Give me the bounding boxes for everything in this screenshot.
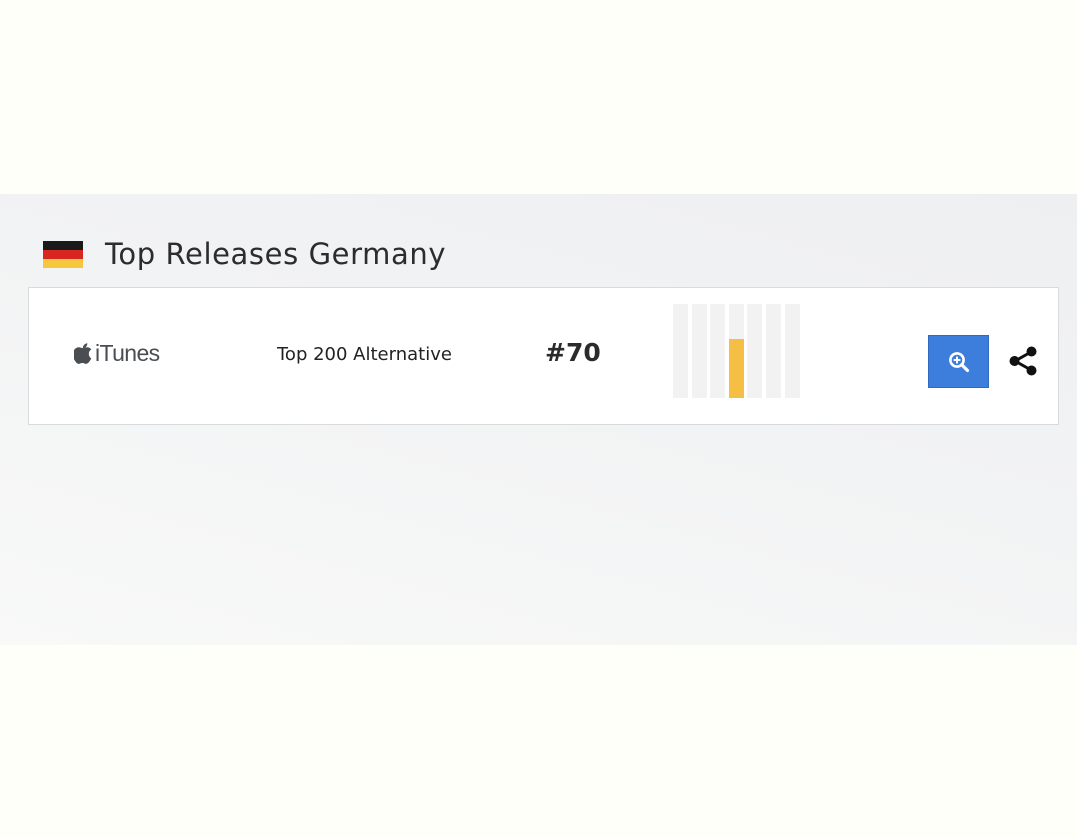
germany-flag-icon [43, 240, 83, 268]
chart-entry-card: iTunes Top 200 Alternative #70 [28, 287, 1059, 425]
store-logo: iTunes [74, 340, 160, 367]
zoom-in-icon [948, 351, 969, 372]
rank-history-chart [673, 304, 800, 398]
store-name: iTunes [95, 340, 160, 366]
flag-stripe-gold [43, 258, 83, 268]
flag-stripe-black [43, 240, 83, 250]
history-column [784, 304, 800, 398]
share-icon[interactable] [1008, 346, 1038, 376]
chart-name: Top 200 Alternative [277, 344, 452, 365]
apple-icon [74, 343, 92, 364]
zoom-button[interactable] [928, 335, 989, 388]
history-bar [728, 339, 744, 398]
history-column [766, 304, 781, 398]
releases-panel: Top Releases Germany iTunes Top 200 Alte… [0, 194, 1077, 645]
history-column [673, 304, 688, 398]
flag-stripe-red [43, 249, 83, 259]
history-column [728, 304, 744, 398]
section-title: Top Releases Germany [105, 237, 447, 271]
history-column [710, 304, 726, 398]
history-column [691, 304, 707, 398]
history-column [747, 304, 763, 398]
chart-rank: #70 [545, 338, 601, 367]
section-header: Top Releases Germany [43, 237, 447, 271]
